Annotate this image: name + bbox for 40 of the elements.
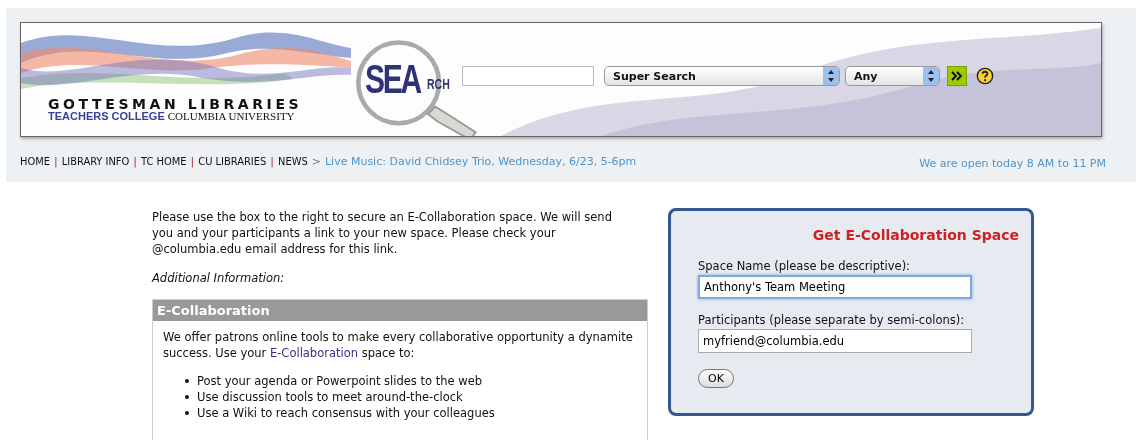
input-field[interactable]: Anthony's Team Meeting — [698, 275, 972, 299]
bullet-icon — [185, 379, 189, 383]
nav-separator: | — [270, 155, 274, 168]
field-label: Participants (please separate by semi-colons): — [698, 313, 966, 327]
nav-separator: | — [133, 155, 138, 168]
bullet-icon — [185, 395, 189, 399]
panel-paragraph: We offer patrons online tools to make every collaborative opportunity a dynamite success. Use your E-Collaboration space to: — [163, 329, 634, 361]
university-name: COLUMBIA UNIVERSITY — [167, 110, 295, 122]
nav-separator: | — [190, 155, 195, 168]
library-logo-title: GOTTESMAN LIBRARIES — [48, 96, 303, 112]
search-logo-text: SEA — [365, 57, 420, 102]
field-dropdown[interactable]: Any — [845, 66, 940, 86]
nav-link[interactable]: CU LIBRARIES — [198, 155, 267, 168]
ok-button[interactable]: OK — [698, 369, 734, 388]
nav-link[interactable]: NEWS — [278, 155, 308, 168]
list-item-text: Use a Wiki to reach consensus with your colleagues — [197, 405, 495, 421]
intro-paragraph: Please use the box to the right to secure an E-Collaboration space. We will send you and your participants a link to your new space. Please check your @columbia.edu email address for this link. — [152, 209, 613, 257]
field-label: Space Name (please be descriptive): — [698, 259, 911, 273]
go-button[interactable] — [947, 66, 967, 86]
nav-link[interactable]: LIBRARY INFO — [61, 155, 130, 168]
collaboration-link[interactable]: E-Collaboration — [269, 346, 358, 360]
college-name: TEACHERS COLLEGE — [48, 110, 165, 122]
stepper-icon — [823, 67, 839, 85]
form-title: Get E-Collaboration Space — [811, 227, 1019, 243]
search-logo-text: RCH — [427, 75, 450, 92]
list-item-text: Use discussion tools to meet around-the-clock — [197, 389, 463, 405]
nav-separator: | — [54, 155, 58, 168]
stepper-icon — [923, 67, 939, 85]
opening-hours-text: We are open today 8 AM to 11 PM — [919, 157, 1106, 170]
nav-link[interactable]: TC HOME — [141, 155, 187, 168]
panel-title: E-Collaboration — [153, 300, 647, 321]
search-field[interactable] — [462, 66, 594, 86]
help-icon[interactable] — [976, 67, 994, 85]
list-item-text: Post your agenda or Powerpoint slides to the web — [197, 373, 483, 389]
input-field[interactable]: myfriend@columbia.edu — [698, 329, 972, 353]
nav-link[interactable]: HOME — [20, 155, 51, 168]
additional-info-label: Additional Information: — [152, 271, 286, 285]
scope-dropdown[interactable]: Super Search — [604, 66, 840, 86]
bullet-icon — [185, 411, 189, 415]
nav-separator: > — [311, 155, 321, 168]
